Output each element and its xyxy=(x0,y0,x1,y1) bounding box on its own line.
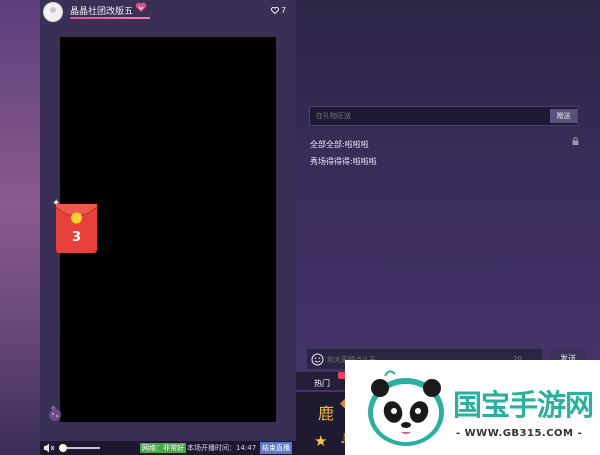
bubble-icon xyxy=(49,409,61,421)
chat-message: 全部全部:啦啦啦 xyxy=(310,140,369,149)
redpacket[interactable]: 3 xyxy=(55,203,98,254)
chat-message: 秀场得得得:啦啦啦 xyxy=(310,157,377,166)
stream-panel: 晶晶社团改版五 7 ✦ 3 ✧ 网络：非常好 本场开播时间：14:47 结束直播 xyxy=(40,0,296,455)
watermark-url: - WWW.GB315.COM - xyxy=(456,428,583,439)
bottom-control-bar: 网络：非常好 本场开播时间：14:47 结束直播 xyxy=(40,441,296,455)
emoji-icon[interactable] xyxy=(311,353,324,366)
redpacket-icon xyxy=(55,204,98,253)
name-underline xyxy=(70,17,150,19)
panda-logo-icon xyxy=(368,370,444,446)
heart-badge-icon xyxy=(135,2,147,12)
stream-header: 晶晶社团改版五 7 xyxy=(40,0,296,24)
volume-mute-icon[interactable] xyxy=(43,443,55,453)
site-watermark: 国宝手游网 - WWW.GB315.COM - xyxy=(345,360,600,455)
like-counter: 7 xyxy=(271,6,286,15)
watermark-title: 国宝手游网 xyxy=(453,388,594,422)
room-name: 晶晶社团改版五 xyxy=(70,7,134,17)
gift-input-row: 赠送 xyxy=(309,106,578,126)
volume-slider-handle[interactable] xyxy=(59,444,67,452)
network-status: 网络：非常好 xyxy=(140,443,186,453)
redpacket-count: 3 xyxy=(71,230,82,245)
star-gift-icon[interactable]: ★ xyxy=(314,432,327,450)
stream-start-time: 本场开播时间：14:47 xyxy=(187,444,257,452)
heart-icon xyxy=(271,7,279,14)
avatar[interactable] xyxy=(43,2,63,22)
send-gift-button[interactable]: 赠送 xyxy=(550,109,577,123)
tab-hot[interactable]: 热门 xyxy=(314,378,330,389)
deer-gift-icon[interactable]: 鹿 xyxy=(318,400,334,424)
end-stream-button[interactable]: 结束直播 xyxy=(260,442,292,454)
lock-icon[interactable] xyxy=(572,137,579,145)
gift-area-input[interactable] xyxy=(310,107,546,125)
left-background xyxy=(0,0,40,455)
like-count: 7 xyxy=(281,6,287,15)
